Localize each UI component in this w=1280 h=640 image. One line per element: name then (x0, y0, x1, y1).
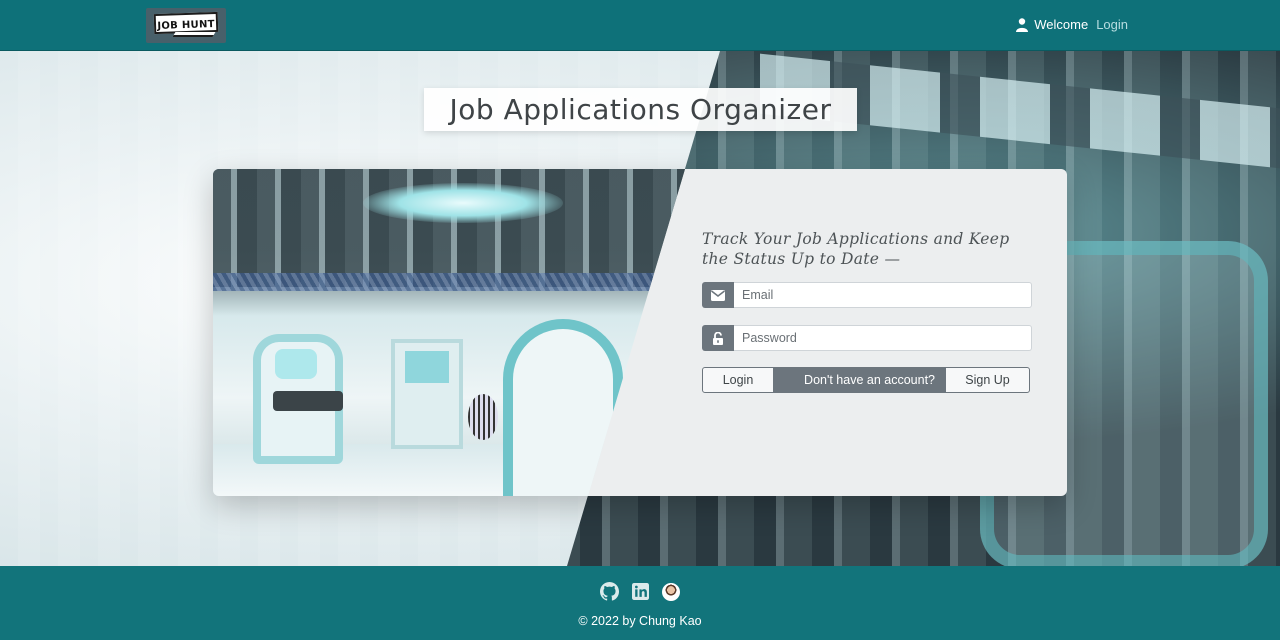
signup-prompt: Don't have an account? (774, 367, 945, 393)
github-icon[interactable] (600, 582, 619, 601)
envelope-icon (702, 282, 734, 308)
image-console (273, 391, 343, 411)
page-title-box: Job Applications Organizer (424, 88, 857, 131)
user-icon (1016, 17, 1029, 32)
avatar[interactable] (662, 582, 680, 601)
login-button[interactable]: Login (702, 367, 774, 393)
signup-button[interactable]: Sign Up (945, 367, 1030, 393)
nav-login-link[interactable]: Login (1096, 17, 1128, 32)
linkedin-icon[interactable] (631, 582, 650, 601)
image-door-window (275, 349, 317, 379)
navbar: JOB HUNT Welcome Login (0, 0, 1280, 51)
login-form: Track Your Job Applications and Keep the… (702, 229, 1032, 393)
auth-button-row: Login Don't have an account? Sign Up (702, 367, 1032, 393)
logo-text: JOB HUNT (157, 19, 215, 32)
email-field[interactable] (734, 282, 1032, 308)
password-field[interactable] (734, 325, 1032, 351)
email-group (702, 282, 1032, 308)
copyright-text: © 2022 by Chung Kao (578, 614, 702, 628)
image-window (405, 351, 449, 383)
page-title: Job Applications Organizer (449, 93, 832, 126)
footer: © 2022 by Chung Kao (0, 566, 1280, 640)
image-arch (503, 319, 623, 496)
nav-user-area: Welcome Login (1016, 17, 1128, 32)
image-vent (468, 394, 498, 440)
password-group (702, 325, 1032, 351)
logo-sign: JOB HUNT (152, 11, 220, 39)
login-card: Track Your Job Applications and Keep the… (213, 169, 1067, 496)
social-links (600, 582, 680, 601)
image-beam (213, 273, 685, 291)
unlock-icon (702, 325, 734, 351)
image-ceiling-light (363, 183, 563, 223)
job-hunt-logo[interactable]: JOB HUNT (146, 8, 226, 43)
welcome-text: Welcome (1034, 17, 1089, 32)
logo-board: JOB HUNT (153, 11, 219, 35)
sci-fi-interior-image (213, 169, 685, 496)
logo-tail (172, 32, 216, 37)
tagline: Track Your Job Applications and Keep the… (702, 230, 1010, 268)
